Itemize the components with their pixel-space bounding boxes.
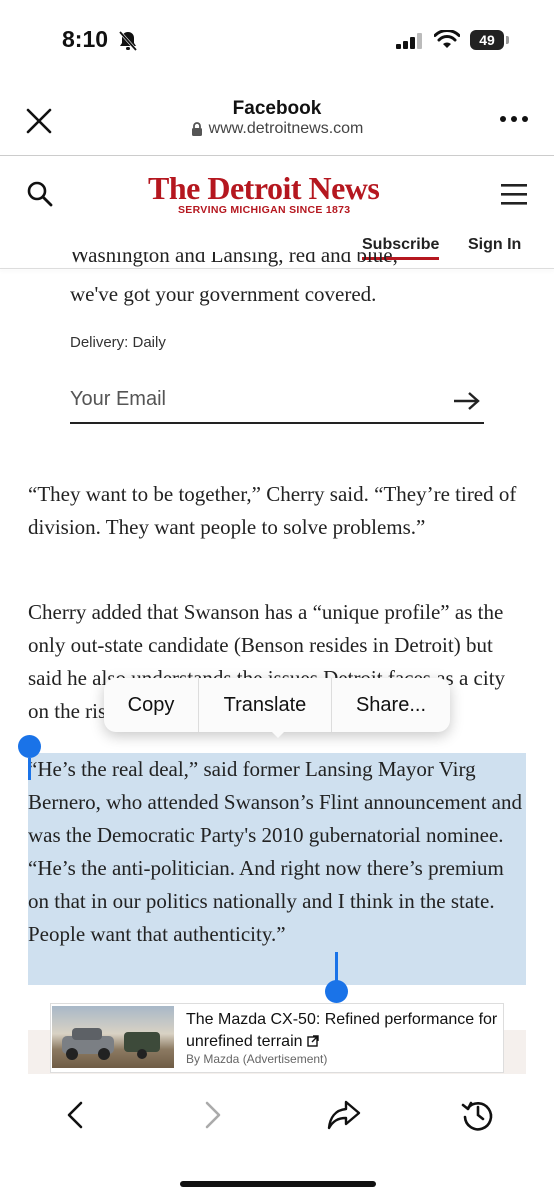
text-context-menu: Copy Translate Share... — [104, 678, 450, 732]
site-tagline: SERVING MICHIGAN SINCE 1873 — [178, 204, 351, 216]
article-paragraph: “They want to be together,” Cherry said.… — [28, 482, 517, 539]
delivery-label: Delivery: Daily — [70, 334, 166, 351]
email-underline — [70, 422, 484, 424]
cellular-signal-icon — [396, 33, 422, 49]
ad-title[interactable]: The Mazda CX-50: Refined performance for… — [186, 1009, 498, 1053]
browser-title: Facebook — [232, 98, 322, 119]
selection-end-knob[interactable] — [325, 980, 348, 1003]
share-arrow-icon[interactable] — [326, 1098, 362, 1132]
translate-menu-item[interactable]: Translate — [199, 678, 331, 732]
selection-start-knob[interactable] — [18, 735, 41, 758]
email-input[interactable]: Your Email — [70, 388, 166, 411]
external-link-icon — [307, 1035, 319, 1047]
bell-muted-icon — [118, 31, 138, 51]
selection-start-handle[interactable] — [28, 758, 31, 780]
ad-image[interactable] — [52, 1006, 174, 1068]
car-image-icon — [62, 1028, 160, 1060]
lock-icon — [191, 121, 202, 136]
home-indicator[interactable] — [180, 1181, 376, 1187]
context-menu-pointer — [268, 728, 288, 738]
battery-nub — [506, 36, 509, 44]
forward-icon[interactable] — [198, 1100, 226, 1130]
browser-divider — [0, 155, 554, 156]
share-menu-item[interactable]: Share... — [332, 678, 450, 732]
site-logo[interactable]: The Detroit News — [148, 170, 380, 207]
arrow-right-icon[interactable] — [452, 390, 482, 412]
battery-icon: 49 — [470, 30, 504, 50]
url-text: www.detroitnews.com — [208, 120, 364, 137]
header-divider — [0, 268, 554, 269]
url-bar[interactable]: www.detroitnews.com — [0, 120, 554, 138]
wifi-icon — [434, 30, 460, 48]
hamburger-menu-icon[interactable] — [500, 182, 528, 206]
newsletter-cut-text: Washington and Lansing, red and blue, — [70, 252, 398, 267]
ad-sponsor: By Mazda (Advertisement) — [186, 1052, 328, 1066]
selection-end-handle[interactable] — [335, 952, 338, 982]
search-icon[interactable] — [26, 180, 54, 208]
status-time: 8:10 — [62, 26, 109, 52]
selected-paragraph[interactable]: “He’s the real deal,” said former Lansin… — [28, 753, 528, 951]
back-icon[interactable] — [62, 1100, 90, 1130]
more-options-icon[interactable] — [498, 110, 530, 128]
newsletter-description: we've got your government covered. — [70, 282, 377, 306]
history-icon[interactable] — [460, 1097, 496, 1133]
copy-menu-item[interactable]: Copy — [104, 678, 198, 732]
